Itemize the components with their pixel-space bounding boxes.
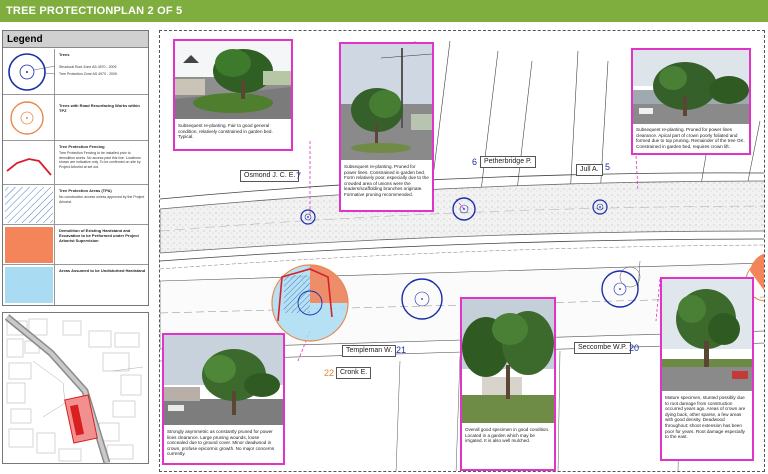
- photo-callout-cronk: Strongly asymmetric as constantly pruned…: [162, 333, 285, 465]
- tree-photo: [633, 50, 749, 124]
- tree-photo: [164, 335, 283, 425]
- legend-row-fencing: Tree Protection Fencing Tree Protection …: [3, 141, 148, 185]
- tree-label-cronk: Cronk E.: [336, 367, 372, 379]
- photo-caption-petherbridge: Subsequent re-planting. Pruned for power…: [344, 164, 429, 197]
- location-key-map: [2, 312, 149, 464]
- legend-label-tpa: Tree Protection Areas (TPA): [59, 188, 112, 193]
- tree-symbol-icon: [3, 49, 56, 94]
- legend-row-undisturbed: Areas Assumed to be Undisturbed Hardstan…: [3, 265, 148, 305]
- legend-row-trees: Trees Structural Root Zone AS 4970 - 200…: [3, 49, 148, 95]
- resurfacing-tree-symbol-icon: [3, 95, 55, 140]
- demolition-swatch: [3, 225, 55, 264]
- legend-label-fencing: Tree Protection Fencing: [59, 144, 105, 149]
- photo-callout-petherbridge: Subsequent re-planting. Pruned for power…: [339, 42, 434, 212]
- legend-label-demolition: Demolition of Existing Hardstand and Exc…: [59, 228, 139, 243]
- sheet-title: TREE PROTECTIONPLAN 2 OF 5: [0, 0, 768, 22]
- tree-number-7: 7: [296, 171, 302, 181]
- tree-photo: [662, 279, 752, 391]
- tree-number-22: 22: [324, 368, 335, 378]
- tpa-hatch-icon: [3, 185, 55, 224]
- tree-label-templeman: Templeman W.: [342, 345, 397, 357]
- photo-callout-jull: Subsequent re-planting. Pruned for power…: [631, 48, 751, 155]
- legend-label-resurfacing: Trees with Road Resurfacing Works within…: [59, 103, 140, 113]
- legend-heading: Legend: [3, 31, 148, 48]
- legend-row-resurfacing: Trees with Road Resurfacing Works within…: [3, 95, 148, 141]
- photo-caption-osmond: Subsequent re-planting. Fair to good gen…: [178, 123, 273, 140]
- tree-photo: [462, 299, 554, 423]
- tree-number-20: 20: [629, 343, 640, 353]
- legend-label-trees: Trees: [59, 52, 70, 57]
- legend-note-tpz: Tree Protection Zone AS 4970 - 2009: [59, 71, 117, 76]
- tree-number-6: 6: [472, 157, 478, 167]
- photo-caption-jull: Subsequent re-planting. Pruned for power…: [636, 127, 745, 149]
- tree-label-jull: Jull A.: [576, 164, 603, 176]
- tree-photo: [175, 41, 291, 119]
- tree-label-seccombe: Seccombe W.P.: [574, 342, 631, 354]
- undisturbed-swatch: [3, 265, 55, 305]
- tree-label-petherbridge: Petherbridge P.: [480, 156, 536, 168]
- legend-note-tpa: No construction access unless approved b…: [59, 195, 145, 204]
- legend-row-tpa: Tree Protection Areas (TPA) No construct…: [3, 185, 148, 225]
- photo-callout-seccombe: Mature specimen, stunted possibly due to…: [660, 277, 754, 461]
- legend-row-demolition: Demolition of Existing Hardstand and Exc…: [3, 225, 148, 265]
- fencing-symbol-icon: [3, 141, 55, 184]
- tree-photo: [341, 44, 432, 160]
- drawing-sheet: TREE PROTECTIONPLAN 2 OF 5 Legend Trees …: [0, 0, 768, 474]
- tree-number-21: 21: [396, 345, 407, 355]
- legend-note-fencing: Tree Protection Fencing to be installed …: [59, 151, 141, 169]
- tree-label-osmond: Osmond J. C. E.: [240, 170, 300, 182]
- legend-panel: Legend Trees Structural Root Zone AS 497…: [2, 30, 149, 306]
- tree-number-5: 5: [605, 162, 611, 172]
- photo-caption-cronk: Strongly asymmetric as constantly pruned…: [167, 429, 275, 457]
- legend-note-srz: Structural Root Zone AS 4970 - 2009: [59, 65, 117, 69]
- site-plan-drawing: Osmond J. C. E. 7 Petherbridge P. 6 Jull…: [159, 30, 765, 472]
- photo-callout-osmond: Subsequent re-planting. Fair to good gen…: [173, 39, 293, 151]
- photo-caption-seccombe: Mature specimen, stunted possibly due to…: [665, 395, 746, 440]
- legend-label-undisturbed: Areas Assumed to be Undisturbed Hardstan…: [59, 268, 146, 273]
- photo-caption-templeman: Overall good specimen in good condition.…: [465, 427, 550, 444]
- photo-callout-templeman: Overall good specimen in good condition.…: [460, 297, 556, 471]
